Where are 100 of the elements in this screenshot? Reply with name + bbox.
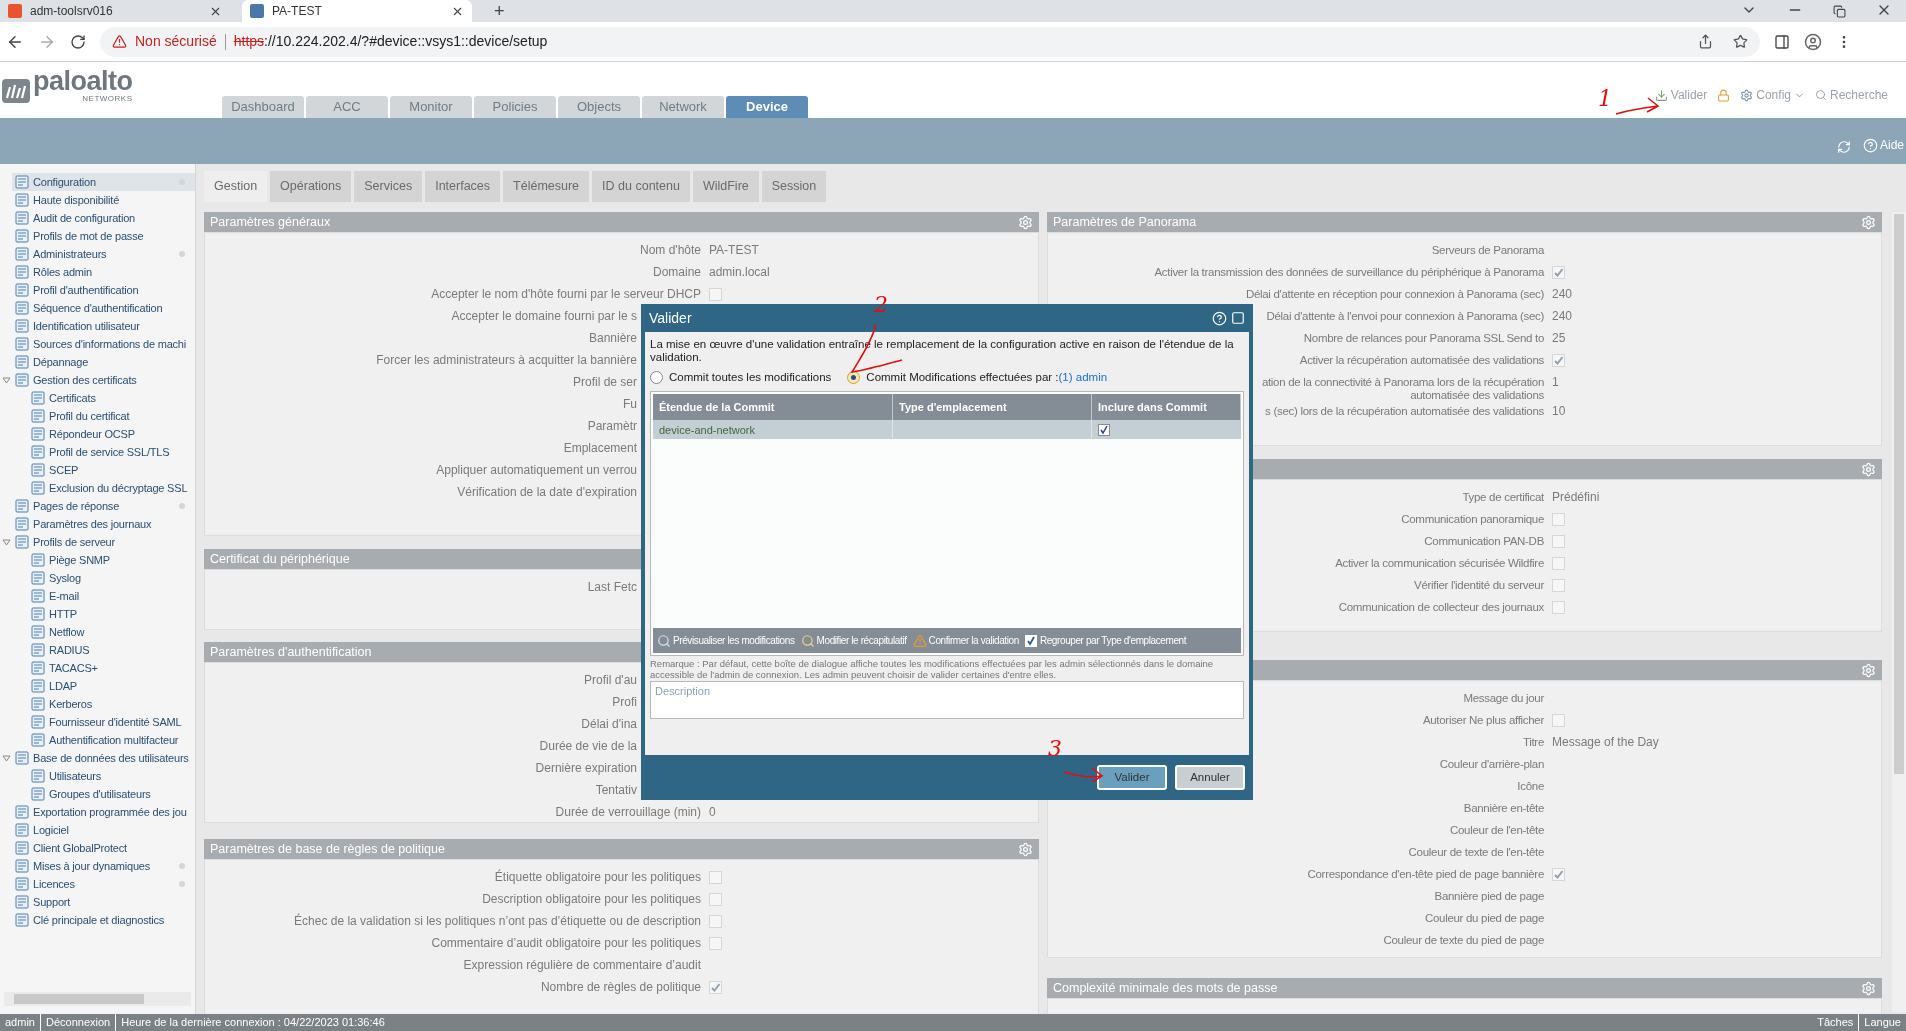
sidebar-item[interactable]: Séquence d'authentification [12,299,195,317]
sidebar-item[interactable]: Administrateurs [12,245,195,263]
nav-tab[interactable]: Device [726,96,808,118]
settings-icon[interactable] [1861,980,1876,996]
status-item[interactable]: Tâches [1812,1014,1859,1031]
sidebar-item[interactable]: Gestion des certificats [12,371,195,389]
sidebar-item[interactable]: Pages de réponse [12,497,195,515]
help-icon[interactable] [1212,310,1227,326]
settings-icon[interactable] [1018,841,1033,857]
horizontal-scrollbar[interactable] [4,992,191,1006]
sidebar-item[interactable]: Syslog [12,569,195,587]
sub-tab[interactable]: Opérations [270,171,352,202]
expand-toggle[interactable] [1,537,11,547]
sidebar-item[interactable]: Piège SNMP [12,551,195,569]
url-text: https://10.224.202.4/?#device::vsys1::device/setup [233,32,548,51]
sidebar-item[interactable]: Authentification multifacteur [12,731,195,749]
page-icon [15,499,29,513]
sidebar-item[interactable]: Dépannage [12,353,195,371]
star-icon[interactable] [1733,34,1748,49]
sidebar-item[interactable]: Sources d'informations de machi [12,335,195,353]
radio-option[interactable]: Commit Modifications effectuées par :(1) admin [847,369,1108,387]
radio-button[interactable] [847,371,861,385]
checkbox[interactable] [1098,423,1110,436]
new-tab-button[interactable]: + [486,0,513,22]
status-item[interactable]: Déconnexion [39,1014,116,1031]
profile-icon[interactable] [1804,32,1822,51]
field-label: Échec de la validation si les politiques n’ont pas d’étiquette ou de description [294,915,701,928]
field-label: Autoriser Ne plus afficher [1422,714,1544,727]
sidebar-item[interactable]: HTTP [12,605,195,623]
sidebar-item[interactable]: Kerberos [12,695,195,713]
sidebar-item[interactable]: LDAP [12,677,195,695]
sidebar-item[interactable]: Utilisateurs [12,767,195,785]
sub-tab[interactable]: Session [761,171,827,202]
dialog-button[interactable]: Valider [1097,765,1167,790]
sidebar-item[interactable]: Client GlobalProtect [12,839,195,857]
sidebar-item[interactable]: Licences [12,875,195,893]
settings-icon[interactable] [1861,662,1876,678]
expand-toggle[interactable] [1,375,11,385]
sidebar-item[interactable]: Base de données des utilisateurs [12,749,195,767]
sidebar-item[interactable]: Haute disponibilité [12,191,195,209]
sidebar-item[interactable]: Logiciel [12,821,195,839]
sidebar-item[interactable]: Profils de mot de passe [12,227,195,245]
sidebar-item[interactable]: Mises à jour dynamiques [12,857,195,875]
sidebar-item[interactable]: TACACS+ [12,659,195,677]
settings-icon[interactable] [1018,214,1033,230]
sidebar-item[interactable]: Groupes d'utilisateurs [12,785,195,803]
address-field[interactable]: Non sécurisé https://10.224.202.4/?#device::vsys1::device/setup [100,26,1760,57]
sub-tab[interactable]: Services [354,171,423,202]
minimize-icon[interactable] [1231,310,1245,325]
sidebar-item[interactable]: Clé principale et diagnostics [12,911,195,929]
status-item[interactable]: admin [0,1014,40,1031]
sidebar-item[interactable]: Netflow [12,623,195,641]
expand-toggle[interactable] [1,753,11,763]
field-value: admin.local [709,264,770,279]
sidebar-item[interactable]: RADIUS [12,641,195,659]
dialog-button[interactable]: Annuler [1175,765,1245,790]
field-label: Durée de vie de la [539,740,637,753]
browser-tab[interactable]: adm-toolsrv016 [0,0,230,22]
sidebar-item[interactable]: Support [12,893,195,911]
radio-option[interactable]: Commit toutes les modifications [650,369,832,387]
settings-icon[interactable] [1861,214,1876,230]
sub-tab[interactable]: Gestion [204,171,268,202]
sidebar-item[interactable]: Profil de service SSL/TLS [12,443,195,461]
restore-icon[interactable] [1833,5,1846,18]
description-field[interactable]: Description [650,681,1244,720]
browser-tab[interactable]: PA-TEST [242,0,472,22]
sidebar-item[interactable]: Répondeur OCSP [12,425,195,443]
sidebar-item[interactable]: Profils de serveur [12,533,195,551]
sidebar-item[interactable]: Identification utilisateur [12,317,195,335]
refresh-icon[interactable] [1836,140,1851,154]
vertical-scrollbar[interactable] [1892,212,1906,1012]
sub-tab[interactable]: ID du contenu [592,171,690,202]
sidebar-item[interactable]: Exportation programmée des jou [12,803,195,821]
status-item[interactable]: Langue [1858,1014,1906,1031]
sidebar-item[interactable]: Exclusion du décryptage SSL [12,479,195,497]
radio-button[interactable] [650,371,663,385]
lock-icon[interactable] [1717,88,1731,102]
sidebar-item[interactable]: SCEP [12,461,195,479]
field-label: Activer la transmission des données de surveillance du périphérique à Panorama [1154,266,1544,279]
reload-icon[interactable] [70,33,86,50]
sidebar-item[interactable]: Audit de configuration [12,209,195,227]
field-label: Fu [623,398,637,411]
sub-tab[interactable]: Interfaces [425,171,501,202]
sidebar-item[interactable]: Configuration [12,173,195,191]
table-row[interactable]: device-and-network [653,420,1241,440]
side-panel-icon[interactable] [1774,33,1790,50]
sub-tab[interactable]: WildFire [692,171,759,202]
sidebar-item[interactable]: Certificats [12,389,195,407]
settings-icon[interactable] [1861,461,1876,477]
sidebar-item[interactable]: Paramètres des journaux [12,515,195,533]
sidebar-item[interactable]: E-mail [12,587,195,605]
sub-tab[interactable]: Télémesure [503,171,590,202]
sidebar-item[interactable]: Profil du certificat [12,407,195,425]
page-icon [15,337,29,351]
sidebar-item[interactable]: Profil d'authentification [12,281,195,299]
checkbox[interactable] [1024,634,1037,647]
share-icon[interactable] [1698,34,1713,49]
page-icon [31,463,45,477]
sidebar-item[interactable]: Fournisseur d'identité SAML [12,713,195,731]
sidebar-item[interactable]: Rôles admin [12,263,195,281]
